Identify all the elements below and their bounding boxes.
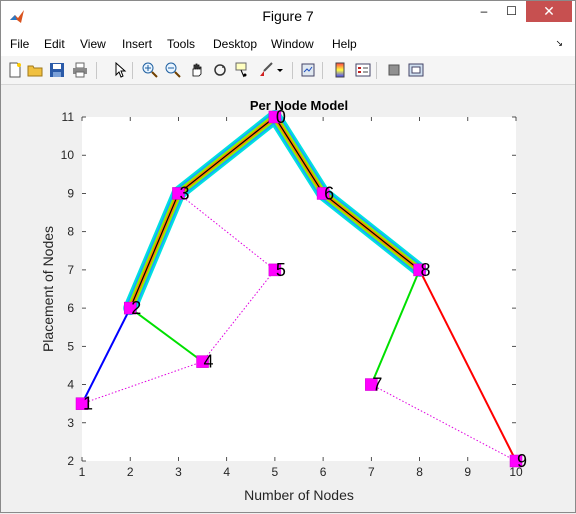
x-tick-label: 5: [272, 465, 279, 479]
menu-tools[interactable]: Tools: [167, 37, 195, 51]
show-plot-tools-icon[interactable]: [407, 61, 425, 79]
node-label: 7: [372, 375, 382, 395]
x-tick-label: 6: [320, 465, 327, 479]
y-tick-label: 2: [67, 454, 74, 468]
axes-background: [82, 117, 516, 461]
node-label: 6: [324, 183, 334, 203]
y-tick-label: 4: [67, 378, 74, 392]
y-tick-label: 10: [61, 148, 75, 162]
x-tick-label: 2: [127, 465, 134, 479]
figure-window: Figure 7 – ☐ ✕ File Edit View Insert Too…: [0, 0, 576, 513]
hide-plot-tools-icon[interactable]: [385, 61, 403, 79]
node-label: 2: [131, 298, 141, 318]
insert-legend-icon[interactable]: [354, 61, 372, 79]
zoom-out-icon[interactable]: [164, 61, 182, 79]
menu-help[interactable]: Help: [332, 37, 357, 51]
save-icon[interactable]: [48, 61, 66, 79]
y-tick-label: 6: [67, 301, 74, 315]
menu-edit[interactable]: Edit: [44, 37, 65, 51]
node-label: 8: [421, 260, 431, 280]
dock-arrow-icon[interactable]: ↘: [555, 38, 563, 49]
node-label: 3: [179, 183, 189, 203]
toolbar: [1, 56, 575, 85]
menu-window[interactable]: Window: [271, 37, 314, 51]
minimize-button[interactable]: –: [471, 1, 497, 22]
menu-insert[interactable]: Insert: [122, 37, 152, 51]
menu-desktop[interactable]: Desktop: [213, 37, 257, 51]
x-tick-label: 4: [223, 465, 230, 479]
y-tick-label: 5: [67, 339, 74, 353]
y-tick-label: 7: [67, 263, 74, 277]
x-tick-label: 1: [79, 465, 86, 479]
plot-svg[interactable]: 1 2 3 4 5 6 7 8 9 10234567891011 0123456789 Per N…: [9, 85, 571, 509]
y-tick-label: 11: [62, 110, 75, 124]
menu-view[interactable]: View: [80, 37, 106, 51]
x-axis-label: Number of Nodes: [244, 487, 354, 503]
node-label: 4: [204, 352, 214, 372]
figure-canvas: 1 2 3 4 5 6 7 8 9 10 2 3 4 5 6 7 8 9 10 11 0123456789 Per N…: [9, 85, 571, 509]
pan-hand-icon[interactable]: [188, 61, 206, 79]
print-icon[interactable]: [71, 61, 89, 79]
node-label: 5: [276, 260, 286, 280]
brush-icon[interactable]: [257, 61, 275, 79]
close-button[interactable]: ✕: [526, 1, 572, 22]
link-plot-icon[interactable]: [299, 61, 317, 79]
x-tick-label: 8: [416, 465, 423, 479]
toolbar-separator: [96, 62, 97, 79]
toolbar-separator: [292, 62, 293, 79]
menu-file[interactable]: File: [10, 37, 29, 51]
data-cursor-icon[interactable]: [234, 61, 252, 79]
edit-plot-arrow-icon[interactable]: [111, 61, 129, 79]
y-tick-label: 9: [67, 186, 74, 200]
title-bar: Figure 7 – ☐ ✕: [1, 1, 575, 32]
open-folder-icon[interactable]: [26, 61, 44, 79]
toolbar-separator: [376, 62, 377, 79]
new-figure-icon[interactable]: [6, 61, 24, 79]
toolbar-separator: [132, 62, 133, 79]
y-tick-label: 3: [67, 416, 74, 430]
y-axis-label: Placement of Nodes: [40, 226, 56, 352]
brush-dropdown-icon[interactable]: [275, 61, 285, 79]
zoom-in-icon[interactable]: [141, 61, 159, 79]
x-tick-label: 9: [464, 465, 471, 479]
menu-bar: File Edit View Insert Tools Desktop Wind…: [1, 32, 575, 56]
y-tick-label: 8: [67, 225, 74, 239]
x-tick-label: 7: [368, 465, 375, 479]
rotate-3d-icon[interactable]: [211, 61, 229, 79]
insert-colorbar-icon[interactable]: [331, 61, 349, 79]
x-tick-label: 3: [175, 465, 182, 479]
toolbar-separator: [322, 62, 323, 79]
node-label: 9: [517, 451, 527, 471]
chart-title: Per Node Model: [250, 98, 348, 113]
maximize-button[interactable]: ☐: [498, 1, 525, 22]
node-label: 1: [83, 394, 93, 414]
